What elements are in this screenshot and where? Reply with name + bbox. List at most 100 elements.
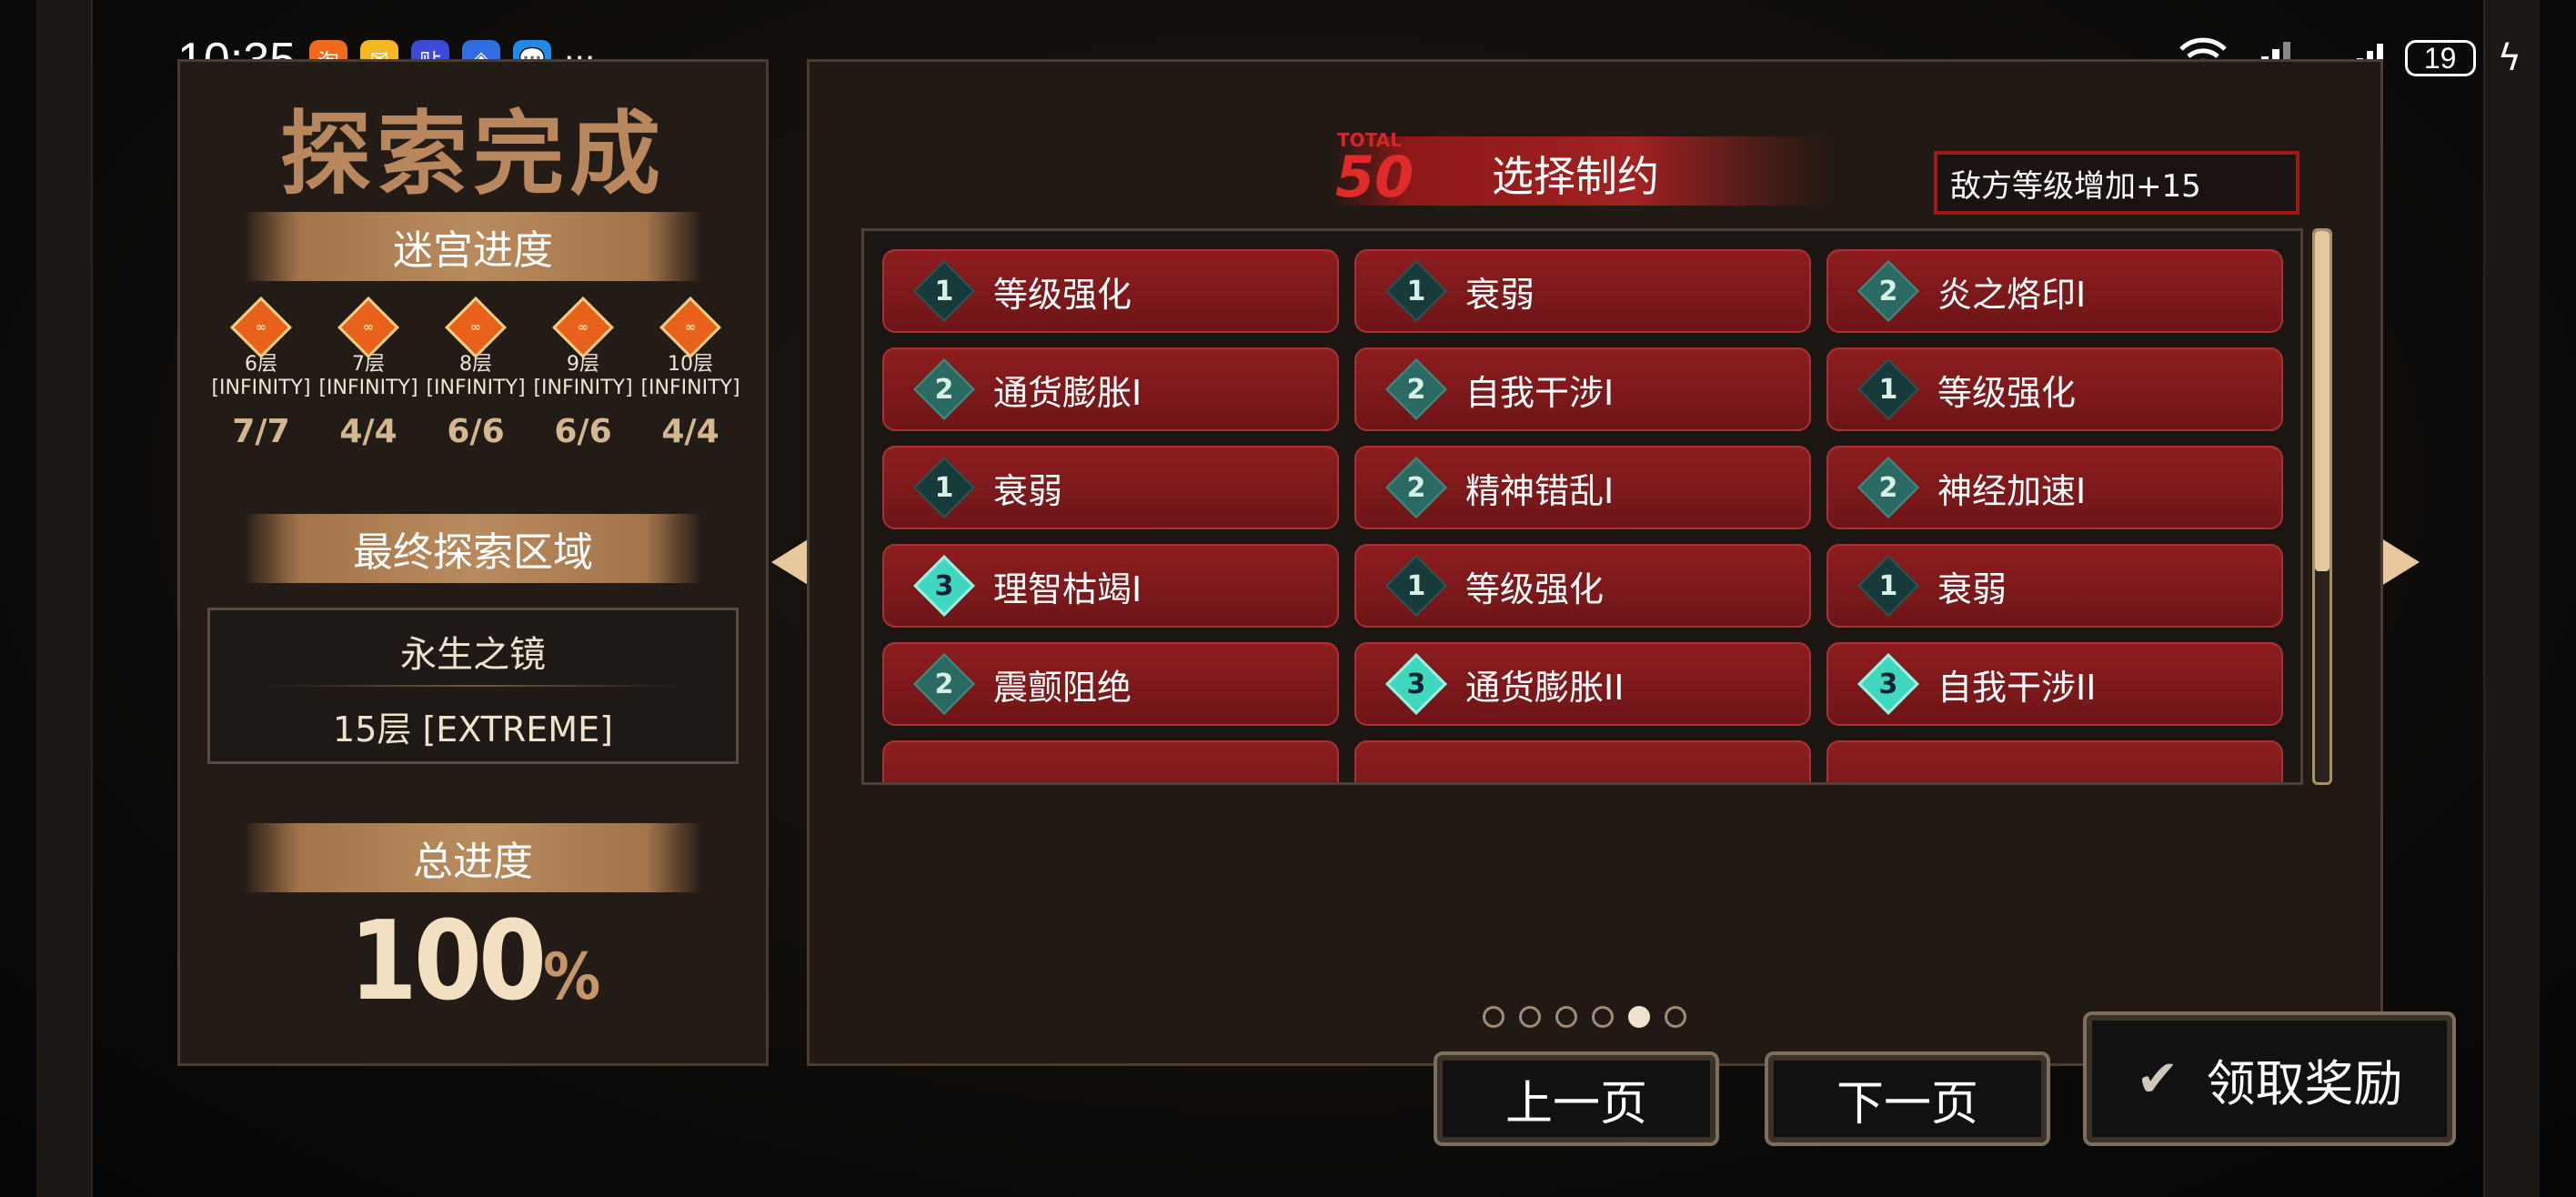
medal-mark: ∞ (256, 319, 267, 335)
prev-page-button[interactable]: 上一页 (1434, 1051, 1719, 1146)
constraint-level: 1 (1406, 275, 1426, 307)
scrollbar-thumb[interactable] (2315, 231, 2329, 571)
constraint-label: 通货膨胀I (993, 372, 1142, 413)
claim-reward-button[interactable]: ✔ 领取奖励 (2083, 1011, 2456, 1146)
floor-medal-icon: ∞ (659, 297, 721, 358)
constraint-card[interactable]: 2 自我干涉I (1354, 347, 1811, 431)
floor-count: 6/6 (554, 413, 612, 450)
level-diamond-icon: 2 (1857, 260, 1919, 322)
floor-item: ∞ 9层 [INFINITY] 6/6 (529, 297, 637, 450)
constraint-card[interactable]: 1 等级强化 (882, 249, 1339, 333)
floor-item: ∞ 8层 [INFINITY] 6/6 (422, 297, 529, 450)
constraint-card[interactable]: 1 等级强化 (1826, 347, 2283, 431)
medal-mark: ∞ (470, 319, 481, 335)
constraint-card[interactable]: 1 等级强化 (1354, 544, 1811, 628)
page-dot[interactable] (1592, 1006, 1614, 1028)
constraint-card[interactable]: 3 自我干涉II (1826, 642, 2283, 726)
final-area-box: 永生之镜 15层 [EXTREME] (207, 608, 739, 764)
floor-medal-icon: ∞ (337, 297, 399, 358)
medal-mark: ∞ (685, 319, 696, 335)
enemy-level-badge: 敌方等级增加+15 (1934, 151, 2299, 215)
page-dot[interactable] (1519, 1006, 1541, 1028)
divider (265, 685, 683, 687)
constraints-list[interactable]: 1 等级强化 1 衰弱 2 炎之烙印I 2 通货膨胀I 2 自我干涉I 1 等级强化 1 衰弱 2 精神错乱I… (861, 228, 2303, 785)
next-page-label: 下一页 (1836, 1076, 1978, 1132)
final-area-name: 永生之镜 (400, 634, 546, 676)
page-dot[interactable] (1665, 1006, 1686, 1028)
constraint-label: 自我干涉I (1465, 372, 1615, 413)
prev-page-label: 上一页 (1504, 1076, 1647, 1132)
page-indicator (1483, 1006, 1686, 1028)
floor-difficulty: [INFINITY] (211, 377, 311, 399)
floor-item: ∞ 6层 [INFINITY] 7/7 (207, 297, 315, 450)
constraint-card[interactable]: 2 通货膨胀I (882, 347, 1339, 431)
next-page-button[interactable]: 下一页 (1765, 1051, 2050, 1146)
level-diamond-icon: 3 (1857, 653, 1919, 715)
page-title: 探索完成 (280, 101, 666, 207)
constraint-label: 等级强化 (1465, 568, 1605, 609)
level-diamond-icon: 1 (1385, 555, 1447, 617)
floor-difficulty: [INFINITY] (533, 377, 633, 399)
constraint-label: 自我干涉II (1937, 667, 2097, 708)
constraint-card[interactable]: 2 震颤阻绝 (882, 642, 1339, 726)
level-diamond-icon: 2 (913, 653, 975, 715)
claim-reward-label: 领取奖励 (2206, 1054, 2403, 1112)
maze-progress-header: 迷宫进度 (244, 212, 702, 281)
constraint-level: 1 (1878, 373, 1898, 406)
constraint-label: 等级强化 (993, 274, 1132, 315)
constraint-card-partial[interactable] (882, 740, 1339, 782)
floor-medal-icon: ∞ (445, 297, 507, 358)
constraint-card[interactable]: 2 神经加速I (1826, 446, 2283, 529)
floor-list: ∞ 6层 [INFINITY] 7/7 ∞ 7层 [INFINITY] 4/4 ∞ 8层 [INFI… (207, 297, 744, 450)
floor-difficulty: [INFINITY] (318, 377, 418, 399)
constraint-level: 2 (1406, 373, 1426, 406)
constraint-level: 1 (1878, 569, 1898, 602)
level-diamond-icon: 1 (1857, 555, 1919, 617)
battery-level: 19 (2423, 41, 2457, 75)
floor-medal-icon: ∞ (230, 297, 292, 358)
constraint-label: 衰弱 (993, 470, 1063, 511)
final-area-floor: 15层 [EXTREME] (333, 709, 613, 749)
constraint-level: 2 (1406, 471, 1426, 504)
constraints-title: 选择制约 (1492, 152, 1659, 201)
charging-icon: ϟ (2497, 37, 2521, 79)
constraint-card[interactable]: 3 理智枯竭I (882, 544, 1339, 628)
page-dot[interactable] (1483, 1006, 1504, 1028)
level-diamond-icon: 1 (913, 260, 975, 322)
constraint-card[interactable]: 3 通货膨胀II (1354, 642, 1811, 726)
constraint-card-partial[interactable] (1826, 740, 2283, 782)
constraint-card-partial[interactable] (1354, 740, 1811, 782)
constraint-card[interactable]: 1 衰弱 (1826, 544, 2283, 628)
level-diamond-icon: 2 (1857, 457, 1919, 518)
constraint-card[interactable]: 1 衰弱 (882, 446, 1339, 529)
constraint-card[interactable]: 2 精神错乱I (1354, 446, 1811, 529)
total-progress-unit: % (543, 940, 600, 1014)
medal-mark: ∞ (578, 319, 589, 335)
total-progress-value: 100% (180, 899, 766, 1025)
constraint-card[interactable]: 2 炎之烙印I (1826, 249, 2283, 333)
constraint-level: 3 (1406, 668, 1426, 700)
floor-difficulty: [INFINITY] (640, 377, 740, 399)
constraint-level: 3 (934, 569, 954, 602)
exploration-summary-panel: 探索完成 迷宫进度 ∞ 6层 [INFINITY] 7/7 ∞ 7层 [INFINITY] 4… (177, 59, 769, 1066)
level-diamond-icon: 1 (913, 457, 975, 518)
floor-count: 4/4 (661, 413, 719, 450)
constraint-label: 等级强化 (1937, 372, 2077, 413)
floor-count: 4/4 (339, 413, 397, 450)
total-progress-number: 100 (348, 899, 547, 1025)
level-diamond-icon: 3 (913, 555, 975, 617)
floor-count: 6/6 (447, 413, 505, 450)
constraint-label: 衰弱 (1937, 568, 2007, 609)
page-dot[interactable] (1555, 1006, 1577, 1028)
level-diamond-icon: 2 (1385, 457, 1447, 518)
constraint-level: 2 (934, 373, 954, 406)
floor-item: ∞ 7层 [INFINITY] 4/4 (315, 297, 422, 450)
constraint-level: 1 (934, 275, 954, 307)
page-dot[interactable] (1628, 1006, 1650, 1028)
constraint-level: 1 (1406, 569, 1426, 602)
total-value: 50 (1335, 144, 1414, 210)
constraint-level: 3 (1878, 668, 1898, 700)
constraint-label: 震颤阻绝 (993, 667, 1132, 708)
constraint-card[interactable]: 1 衰弱 (1354, 249, 1811, 333)
level-diamond-icon: 3 (1385, 653, 1447, 715)
